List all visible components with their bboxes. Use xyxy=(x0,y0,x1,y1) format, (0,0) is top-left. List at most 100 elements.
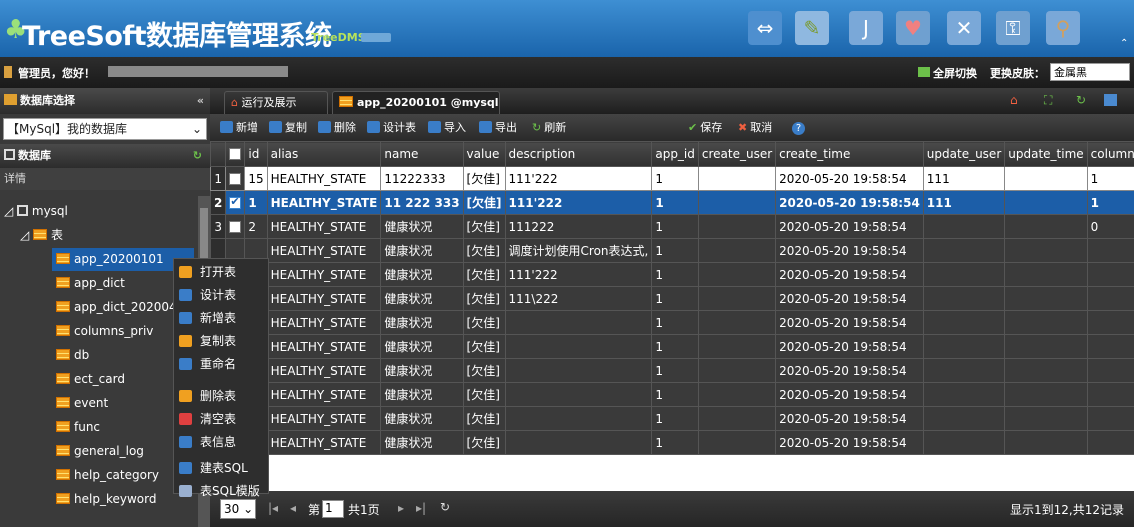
cell-app_id[interactable]: 1 xyxy=(651,238,699,263)
cell-alias[interactable]: HEALTHY_STATE xyxy=(266,310,382,335)
cell-value[interactable]: [欠佳] xyxy=(462,238,506,263)
collapse-sidebar-icon[interactable]: « xyxy=(197,88,204,114)
cancel-button[interactable]: ✖ 取消 xyxy=(738,119,772,136)
skin-select[interactable]: 金属黑 xyxy=(1050,63,1130,81)
tree-node-mysql[interactable]: ◿ mysql xyxy=(4,200,68,223)
cell-alias[interactable]: HEALTHY_STATE xyxy=(266,406,382,431)
cell-column[interactable] xyxy=(1086,310,1134,335)
cell-create_user[interactable] xyxy=(697,214,777,239)
copy-button[interactable]: 复制 xyxy=(269,119,307,136)
cell-update_time[interactable] xyxy=(1004,334,1088,359)
cell-description[interactable] xyxy=(504,430,653,455)
context-menu-item[interactable]: 新增表 xyxy=(174,307,270,329)
cell-update_user[interactable] xyxy=(922,286,1006,311)
cell-name[interactable]: 健康状况 xyxy=(380,310,464,335)
cell-name[interactable]: 健康状况 xyxy=(380,238,464,263)
cell-name[interactable]: 健康状况 xyxy=(380,406,464,431)
cell-column[interactable]: 0 xyxy=(1086,214,1134,239)
expand-icon[interactable]: ◿ xyxy=(4,204,17,218)
column-header-update_time[interactable]: update_time xyxy=(1004,141,1088,167)
cell-create_user[interactable] xyxy=(697,334,777,359)
table-row[interactable]: HEALTHY_STATE 健康状况 [欠佳] 111'222 1 2020-05-20 … xyxy=(209,262,1134,287)
cell-update_time[interactable] xyxy=(1004,382,1088,407)
cell-create_time[interactable]: 2020-05-20 19:58:54 xyxy=(775,166,924,191)
export-button[interactable]: 导出 xyxy=(479,119,517,136)
table-row[interactable]: HEALTHY_STATE 健康状况 [欠佳] 1 2020-05-20 19:58:5… xyxy=(209,406,1134,431)
cell-create_time[interactable]: 2020-05-20 19:58:54 xyxy=(775,190,924,215)
cell-column[interactable]: 1 xyxy=(1086,190,1134,215)
cell-update_time[interactable] xyxy=(1004,166,1088,191)
user-icon[interactable]: ⚲ xyxy=(1046,11,1080,45)
cell-create_user[interactable] xyxy=(697,262,777,287)
column-header-id[interactable]: id xyxy=(244,141,268,167)
cell-description[interactable] xyxy=(504,334,653,359)
add-button[interactable]: 新增 xyxy=(220,119,258,136)
cell-create_user[interactable] xyxy=(697,310,777,335)
cell-column[interactable] xyxy=(1086,334,1134,359)
cell-create_time[interactable]: 2020-05-20 19:58:54 xyxy=(775,238,924,263)
cell-alias[interactable]: HEALTHY_STATE xyxy=(266,382,382,407)
cell-alias[interactable]: HEALTHY_STATE xyxy=(266,334,382,359)
cell-create_time[interactable]: 2020-05-20 19:58:54 xyxy=(775,382,924,407)
cell-app_id[interactable]: 1 xyxy=(651,286,699,311)
cell-value[interactable]: [欠佳] xyxy=(462,430,506,455)
cell-value[interactable]: [欠佳] xyxy=(462,382,506,407)
cell-column[interactable] xyxy=(1086,238,1134,263)
cell-value[interactable]: [欠佳] xyxy=(462,406,506,431)
first-page-icon[interactable]: |◂ xyxy=(268,501,278,515)
table-row[interactable]: HEALTHY_STATE 健康状况 [欠佳] 111\222 1 2020-05-20 … xyxy=(209,286,1134,311)
cell-value[interactable]: [欠佳] xyxy=(462,286,506,311)
row-checkbox[interactable] xyxy=(229,220,242,233)
cell-id[interactable]: 1 xyxy=(244,190,268,215)
table-row[interactable]: 3 2 HEALTHY_STATE 健康状况 [欠佳] 111222 1 2020-05-20… xyxy=(209,214,1134,239)
cell-column[interactable] xyxy=(1086,382,1134,407)
cell-value[interactable]: [欠佳] xyxy=(462,358,506,383)
cell-update_time[interactable] xyxy=(1004,430,1088,455)
cell-description[interactable] xyxy=(504,358,653,383)
cell-name[interactable]: 健康状况 xyxy=(380,358,464,383)
cell-value[interactable]: [欠佳] xyxy=(462,166,506,191)
cell-value[interactable]: [欠佳] xyxy=(462,214,506,239)
row-checkbox-cell[interactable] xyxy=(225,214,246,239)
cell-name[interactable]: 11222333 xyxy=(380,166,464,191)
cell-update_time[interactable] xyxy=(1004,214,1088,239)
context-menu-item[interactable]: 设计表 xyxy=(174,284,270,306)
cell-alias[interactable]: HEALTHY_STATE xyxy=(266,430,382,455)
cell-name[interactable]: 健康状况 xyxy=(380,286,464,311)
cell-id[interactable]: 2 xyxy=(244,214,268,239)
design-table-button[interactable]: 设计表 xyxy=(367,119,416,136)
cell-alias[interactable]: HEALTHY_STATE xyxy=(266,358,382,383)
cell-alias[interactable]: HEALTHY_STATE xyxy=(266,214,382,239)
table-row[interactable]: HEALTHY_STATE 健康状况 [欠佳] 1 2020-05-20 19:58:5… xyxy=(209,334,1134,359)
cell-column[interactable] xyxy=(1086,286,1134,311)
table-row[interactable]: HEALTHY_STATE 健康状况 [欠佳] 1 2020-05-20 19:58:5… xyxy=(209,382,1134,407)
cell-create_user[interactable] xyxy=(697,190,777,215)
cell-description[interactable]: 111'222 xyxy=(504,262,653,287)
column-header-create_user[interactable]: create_user xyxy=(697,141,777,167)
row-checkbox[interactable] xyxy=(229,195,242,209)
cell-update_user[interactable]: 111 xyxy=(922,166,1006,191)
select-all-checkbox[interactable] xyxy=(225,141,246,167)
column-header-name[interactable]: name xyxy=(380,141,464,167)
tree-node-tables[interactable]: ◿ 表 xyxy=(20,224,63,247)
cell-name[interactable]: 健康状况 xyxy=(380,262,464,287)
home-icon[interactable]: ⌂ xyxy=(1010,93,1018,107)
expand-icon[interactable]: ◿ xyxy=(20,228,33,242)
save-button[interactable]: ✔ 保存 xyxy=(688,119,722,136)
cell-update_user[interactable] xyxy=(922,382,1006,407)
cell-create_user[interactable] xyxy=(697,238,777,263)
cell-alias[interactable]: HEALTHY_STATE xyxy=(266,262,382,287)
context-menu-item[interactable]: 建表SQL xyxy=(174,457,270,479)
cell-app_id[interactable]: 1 xyxy=(651,214,699,239)
context-menu-item[interactable]: 删除表 xyxy=(174,385,270,407)
context-menu-item[interactable]: 重命名 xyxy=(174,353,270,375)
refresh-icon[interactable]: ↻ xyxy=(1076,93,1086,107)
refresh-tree-icon[interactable]: ↻ xyxy=(193,144,202,168)
cell-update_user[interactable] xyxy=(922,406,1006,431)
table-row[interactable]: HEALTHY_STATE 健康状况 [欠佳] 调度计划使用Cron表达式, 1 2020… xyxy=(209,238,1134,263)
collapse-header-icon[interactable]: ⌃ xyxy=(1120,38,1128,49)
cell-update_time[interactable] xyxy=(1004,238,1088,263)
cell-alias[interactable]: HEALTHY_STATE xyxy=(266,166,382,191)
detail-row[interactable]: 详情 xyxy=(0,168,210,190)
next-page-icon[interactable]: ▸ xyxy=(398,501,404,515)
